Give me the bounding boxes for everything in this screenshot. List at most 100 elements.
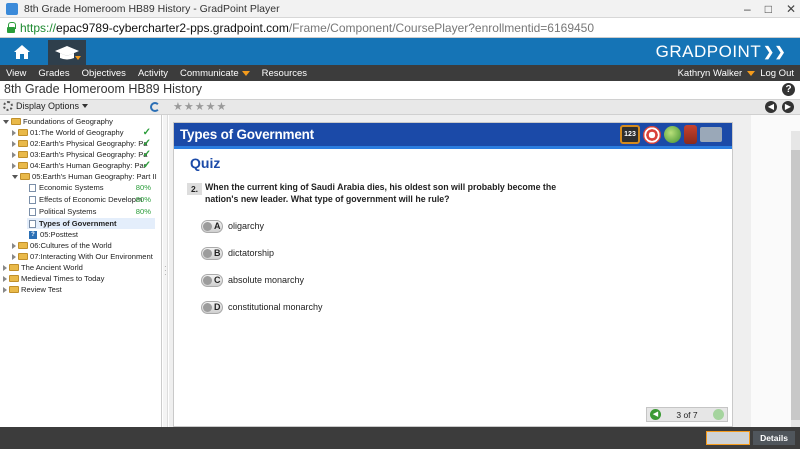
previous-arrow-icon[interactable]: ◀ bbox=[765, 101, 777, 113]
display-options-button[interactable]: Display Options bbox=[3, 101, 89, 111]
menu-grades[interactable]: Grades bbox=[32, 68, 75, 79]
star-icon[interactable]: ★ bbox=[195, 101, 205, 113]
calculator-icon[interactable]: 123 bbox=[620, 125, 640, 144]
tree-label: 02:Earth's Physical Geography: Pa bbox=[30, 139, 148, 148]
chevron-down-icon bbox=[241, 70, 250, 76]
folder-icon bbox=[9, 286, 19, 293]
tree-root[interactable]: Foundations of Geography bbox=[3, 116, 113, 127]
pane-splitter[interactable]: · · · bbox=[163, 115, 168, 427]
print-icon[interactable] bbox=[700, 127, 722, 142]
tree-course[interactable]: Review Test bbox=[3, 284, 62, 295]
tree-label: 01:The World of Geography bbox=[30, 128, 124, 137]
answer-option-b[interactable]: B dictatorship bbox=[201, 246, 274, 260]
minimize-icon[interactable]: – bbox=[744, 2, 751, 16]
page-icon bbox=[29, 195, 36, 204]
expand-icon[interactable] bbox=[12, 129, 16, 136]
tree-lesson-selected[interactable]: Types of Government bbox=[27, 218, 155, 229]
expand-icon[interactable] bbox=[12, 174, 18, 179]
maximize-icon[interactable]: □ bbox=[765, 2, 772, 16]
section-label: Quiz bbox=[190, 155, 221, 171]
footer-blank-button[interactable] bbox=[706, 431, 750, 445]
next-question-icon[interactable] bbox=[713, 409, 724, 420]
option-text: oligarchy bbox=[228, 221, 265, 231]
complete-check-icon: ✓ bbox=[142, 138, 151, 149]
menu-bar: View Grades Objectives Activity Communic… bbox=[0, 65, 800, 81]
course-title: 8th Grade Homeroom HB89 History bbox=[4, 82, 202, 96]
star-icon[interactable]: ★ bbox=[173, 101, 183, 113]
lesson-score: 80% bbox=[135, 183, 151, 192]
expand-icon[interactable] bbox=[3, 286, 7, 293]
user-name[interactable]: Kathryn Walker bbox=[678, 68, 743, 79]
pager-text: 3 of 7 bbox=[676, 409, 698, 420]
course-menu-button[interactable] bbox=[48, 40, 86, 65]
quiz-icon: ? bbox=[29, 230, 37, 239]
details-button[interactable]: Details bbox=[753, 431, 795, 445]
activity-frame: Types of Government 123 Quiz 2. When the… bbox=[169, 115, 751, 427]
tree-course[interactable]: Medieval Times to Today bbox=[3, 273, 104, 284]
radio-button[interactable]: A bbox=[201, 219, 223, 233]
rating-stars[interactable]: ★ ★ ★ ★ ★ bbox=[173, 101, 226, 113]
expand-icon[interactable] bbox=[3, 264, 7, 271]
logout-link[interactable]: Log Out bbox=[760, 68, 794, 79]
scrollbar-thumb[interactable] bbox=[791, 150, 800, 420]
window-controls: – □ ✕ bbox=[744, 0, 796, 18]
star-icon[interactable]: ★ bbox=[206, 101, 216, 113]
window-title: 8th Grade Homeroom HB89 History - GradPo… bbox=[24, 2, 280, 15]
expand-icon[interactable] bbox=[12, 140, 16, 147]
course-title-row: 8th Grade Homeroom HB89 History ? bbox=[0, 81, 800, 99]
help-icon[interactable]: ? bbox=[782, 83, 795, 96]
lock-icon bbox=[6, 22, 16, 33]
answer-option-d[interactable]: D constitutional monarchy bbox=[201, 300, 323, 314]
activity-panel: Types of Government 123 Quiz 2. When the… bbox=[173, 122, 733, 427]
option-letter: D bbox=[214, 302, 221, 312]
folder-icon bbox=[18, 242, 28, 249]
previous-question-icon[interactable]: ◀ bbox=[650, 409, 661, 420]
radio-button[interactable]: B bbox=[201, 246, 223, 260]
radio-button[interactable]: C bbox=[201, 273, 223, 287]
menu-resources[interactable]: Resources bbox=[256, 68, 313, 79]
tree-lesson[interactable]: Economic Systems 80% bbox=[29, 182, 159, 193]
logo-chevron-icon: ❯❯ bbox=[763, 44, 786, 59]
tree-lesson[interactable]: Effects of Economic Developm 80% bbox=[29, 194, 159, 205]
radio-circle-icon bbox=[203, 221, 212, 231]
tree-unit[interactable]: 03:Earth's Physical Geography: Pa ✓ bbox=[12, 149, 157, 160]
tree-unit[interactable]: 07:Interacting With Our Environment bbox=[12, 251, 153, 262]
expand-icon[interactable] bbox=[12, 253, 16, 260]
tree-label: Medieval Times to Today bbox=[21, 274, 105, 283]
address-bar[interactable]: https://epac9789-cybercharter2-pps.gradp… bbox=[0, 18, 800, 38]
home-button[interactable] bbox=[10, 42, 34, 62]
star-icon[interactable]: ★ bbox=[184, 101, 194, 113]
tree-unit[interactable]: 04:Earth's Human Geography: Par ✓ bbox=[12, 160, 157, 171]
tree-unit-expanded[interactable]: 05:Earth's Human Geography: Part II bbox=[12, 171, 157, 182]
expand-icon[interactable] bbox=[3, 275, 7, 282]
tree-unit[interactable]: 02:Earth's Physical Geography: Pa ✓ bbox=[12, 138, 157, 149]
menu-objectives[interactable]: Objectives bbox=[76, 68, 132, 79]
answer-option-c[interactable]: C absolute monarchy bbox=[201, 273, 304, 287]
expand-icon[interactable] bbox=[12, 242, 16, 249]
expand-icon[interactable] bbox=[12, 162, 16, 169]
splitter-grip-icon: · · · bbox=[164, 262, 167, 279]
display-options-label: Display Options bbox=[16, 101, 80, 111]
menu-communicate[interactable]: Communicate bbox=[174, 68, 256, 79]
next-arrow-icon[interactable]: ▶ bbox=[782, 101, 794, 113]
menu-view[interactable]: View bbox=[0, 68, 32, 79]
tree-unit[interactable]: 06:Cultures of the World bbox=[12, 240, 112, 251]
radio-button[interactable]: D bbox=[201, 300, 223, 314]
tree-course[interactable]: The Ancient World bbox=[3, 262, 83, 273]
globe-icon[interactable] bbox=[664, 126, 681, 143]
refresh-icon[interactable] bbox=[150, 102, 160, 112]
option-letter: B bbox=[214, 248, 221, 258]
tree-posttest[interactable]: ? 05:Posttest bbox=[29, 229, 78, 240]
footer-bar: Details bbox=[0, 427, 800, 449]
menu-activity[interactable]: Activity bbox=[132, 68, 174, 79]
tree-lesson[interactable]: Political Systems 80% bbox=[29, 206, 159, 217]
answer-option-a[interactable]: A oligarchy bbox=[201, 219, 264, 233]
star-icon[interactable]: ★ bbox=[217, 101, 227, 113]
expand-icon[interactable] bbox=[12, 151, 16, 158]
target-icon[interactable] bbox=[643, 125, 661, 144]
close-icon[interactable]: ✕ bbox=[786, 2, 796, 16]
expand-icon[interactable] bbox=[3, 119, 9, 124]
tree-unit[interactable]: 01:The World of Geography ✓ bbox=[12, 127, 157, 138]
book-icon[interactable] bbox=[684, 125, 697, 144]
url-path: /Frame/Component/CoursePlayer?enrollment… bbox=[288, 20, 595, 35]
